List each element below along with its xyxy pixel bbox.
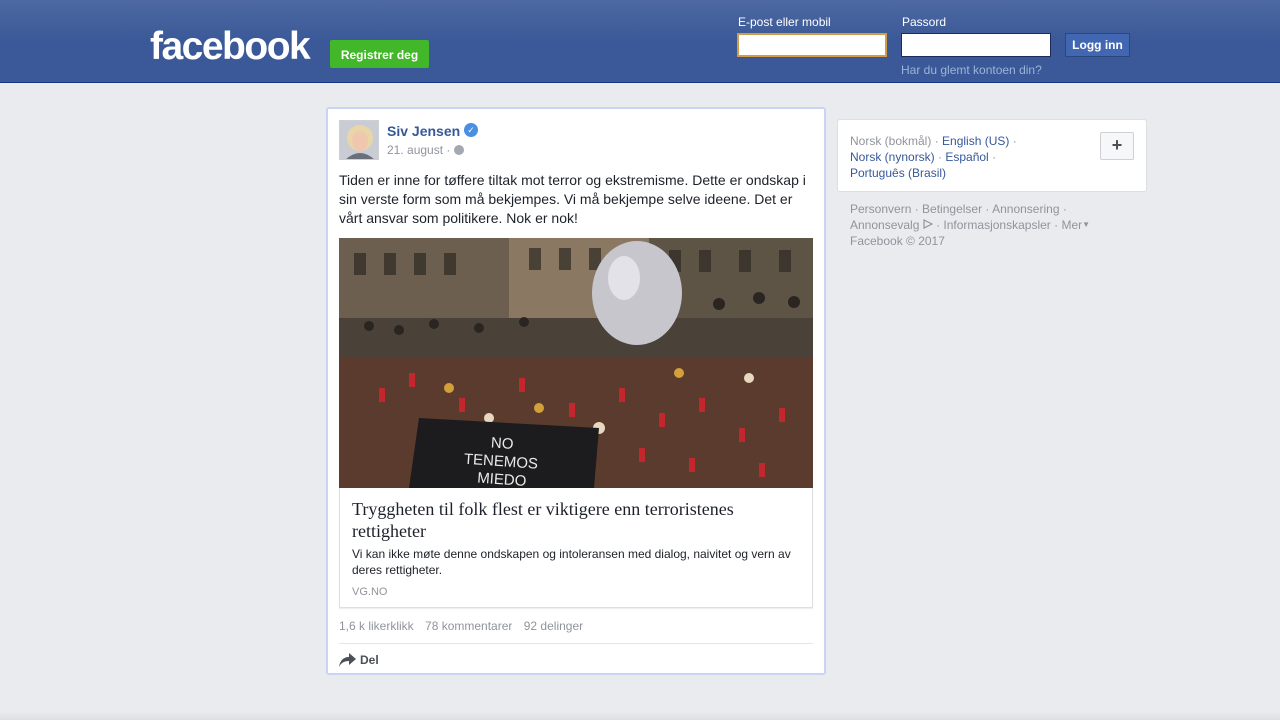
link-description: Vi kan ikke møte denne ondskapen og into…	[352, 547, 791, 577]
sign-line: NO	[490, 434, 514, 453]
adchoices-icon	[923, 219, 933, 229]
share-button[interactable]: Del	[339, 651, 379, 669]
login-button[interactable]: Logg inn	[1065, 33, 1130, 57]
email-field[interactable]	[737, 33, 887, 57]
post-date-text: 21. august	[387, 143, 444, 157]
comments-count[interactable]: 78 kommentarer	[425, 619, 512, 633]
post-text: Tiden er inne for tøffere tiltak mot ter…	[339, 172, 806, 226]
globe-icon	[454, 145, 464, 155]
facebook-logo[interactable]: facebook	[150, 24, 311, 70]
link-title[interactable]: Tryggheten til folk flest er viktigere e…	[352, 498, 792, 542]
page-bottom-edge	[0, 712, 1280, 720]
footer-link-adchoices[interactable]: Annonsevalg	[850, 218, 919, 232]
link-preview[interactable]: Tryggheten til folk flest er viktigere e…	[339, 488, 813, 608]
footer-more-label: Mer	[1061, 218, 1083, 232]
share-arrow-icon	[339, 653, 356, 667]
forgot-account-link[interactable]: Har du glemt kontoen din?	[901, 63, 1042, 77]
copyright: Facebook © 2017	[850, 234, 945, 248]
likes-count[interactable]: 1,6 k likerklikk	[339, 619, 414, 633]
share-label: Del	[360, 653, 379, 667]
post-timestamp[interactable]: 21. august ·	[387, 143, 450, 157]
sign-line: MIEDO	[477, 470, 527, 488]
email-label: E-post eller mobil	[738, 15, 831, 29]
language-norsk-nynorsk[interactable]: Norsk (nynorsk)	[850, 150, 935, 164]
footer-links: Personvern · Betingelser · Annonsering ·…	[850, 202, 1091, 248]
divider	[339, 643, 813, 644]
language-norsk-bokmal: Norsk (bokmål)	[850, 134, 932, 148]
language-portugues-brasil[interactable]: Português (Brasil)	[850, 166, 946, 180]
author-name[interactable]: Siv Jensen	[387, 123, 460, 139]
avatar[interactable]	[339, 120, 379, 160]
register-button[interactable]: Registrer deg	[330, 40, 429, 68]
link-domain: VG.NO	[352, 586, 388, 598]
add-language-button[interactable]: +	[1100, 132, 1134, 160]
password-field[interactable]	[901, 33, 1051, 57]
footer-link-advertising[interactable]: Annonsering	[992, 202, 1059, 216]
date-separator: ·	[446, 143, 451, 157]
footer-link-terms[interactable]: Betingelser	[922, 202, 982, 216]
verified-badge-icon: ✓	[464, 123, 478, 137]
post-card: Siv Jensen ✓ 21. august · Tiden er inne …	[326, 107, 826, 675]
footer-link-more[interactable]: Mer▼	[1061, 218, 1090, 232]
language-selector-card: Norsk (bokmål) · English (US) · Norsk (n…	[837, 119, 1147, 192]
password-label: Passord	[902, 15, 947, 29]
shares-count[interactable]: 92 delinger	[524, 619, 583, 633]
post-image[interactable]: NO TENEMOS MIEDO	[339, 238, 813, 488]
footer-link-cookies[interactable]: Informasjonskapsler	[943, 218, 1050, 232]
chevron-down-icon: ▼	[1082, 220, 1091, 229]
footer-link-privacy[interactable]: Personvern	[850, 202, 911, 216]
language-espanol[interactable]: Español	[945, 150, 988, 164]
language-english-us[interactable]: English (US)	[942, 134, 1009, 148]
language-list: Norsk (bokmål) · English (US) · Norsk (n…	[850, 134, 1017, 180]
post-stats: 1,6 k likerklikk 78 kommentarer 92 delin…	[339, 619, 591, 633]
top-bar: facebook Registrer deg E-post eller mobi…	[0, 0, 1280, 83]
